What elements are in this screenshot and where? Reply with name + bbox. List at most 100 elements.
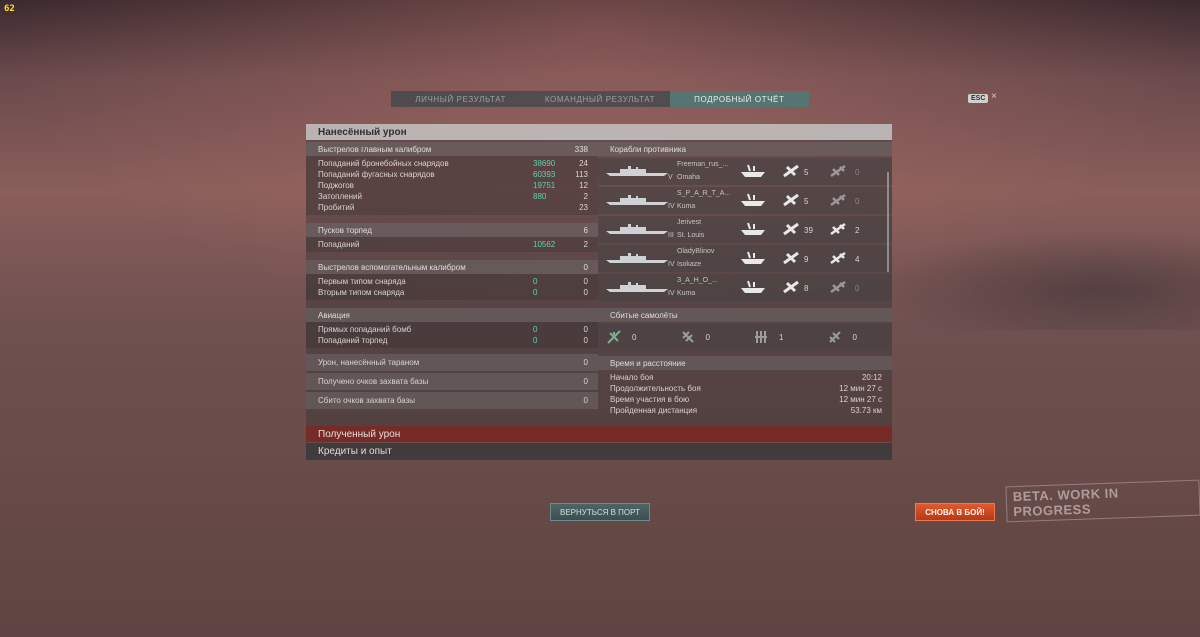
torpedo-hit-icon	[830, 164, 846, 178]
ship-silhouette-icon	[606, 224, 668, 234]
stat-label: Прямых попаданий бомб	[318, 325, 412, 334]
ram-damage-row: Урон, нанесённый тараном 0	[306, 354, 598, 371]
planes-row: 0 0 1 0	[598, 324, 892, 350]
ram-value: 0	[583, 358, 588, 367]
stat-row: Прямых попаданий бомб 0 0	[306, 324, 598, 335]
torpedo-hit-icon	[830, 193, 846, 207]
damage-dealt-header[interactable]: Нанесённый урон	[306, 124, 892, 140]
torpedo-bomber-icon	[681, 331, 694, 343]
shell-hit-icon	[783, 251, 799, 265]
time-distance-rows: Начало боя 20:12 Продолжительность боя 12 м…	[598, 370, 892, 418]
tab-personal[interactable]: ЛИЧНЫЙ РЕЗУЛЬТАТ	[391, 91, 530, 107]
close-icon[interactable]: ×	[991, 91, 997, 102]
ship-tier: V	[668, 174, 673, 181]
stat-damage: 880	[533, 192, 547, 201]
torpedo-hits-count: 0	[855, 197, 860, 206]
shell-hit-icon	[783, 164, 799, 178]
stat-row: Попаданий 10562 2	[306, 239, 598, 250]
plane-count: 0	[632, 332, 637, 342]
ship-silhouette-icon	[606, 166, 668, 176]
torpedo-hits-count: 2	[855, 226, 860, 235]
torpedo-rows: Попаданий 10562 2	[306, 237, 598, 252]
secondary-rows: Первым типом снаряда 0 0 Вторым типом снаря…	[306, 274, 598, 300]
stat-count: 0	[583, 288, 588, 297]
time-label: Начало боя	[610, 373, 654, 382]
stat-count: 24	[579, 159, 588, 168]
torpedo-hits-count: 0	[855, 168, 860, 177]
time-distance-header: Время и расстояние	[598, 356, 892, 370]
ship-name: Kuma	[677, 290, 696, 297]
stat-damage: 0	[533, 325, 538, 334]
planes-header: Сбитые самолёты	[598, 308, 892, 322]
stat-damage: 60393	[533, 170, 556, 179]
stat-count: 0	[583, 336, 588, 345]
stat-count: 0	[583, 325, 588, 334]
shell-hit-icon	[783, 222, 799, 236]
tab-detailed[interactable]: ПОДРОБНЫЙ ОТЧЁТ	[669, 91, 809, 107]
dive-bomber-icon	[755, 331, 767, 343]
stat-label: Вторым типом снаряда	[318, 288, 405, 297]
battle-again-button[interactable]: СНОВА В БОЙ!	[915, 503, 995, 521]
stat-row: Первым типом снаряда 0 0	[306, 276, 598, 287]
stat-count: 113	[575, 170, 588, 179]
ship-name: Isokaze	[677, 261, 702, 268]
stat-label: Затоплений	[318, 192, 362, 201]
secondary-value: 0	[583, 262, 588, 272]
capture-label: Получено очков захвата базы	[318, 377, 429, 386]
torpedo-value: 6	[583, 225, 588, 235]
esc-key-hint[interactable]: ESC	[968, 94, 989, 103]
ship-tier: IV	[668, 261, 675, 268]
stat-damage: 10562	[533, 240, 556, 249]
aviation-label: Авиация	[318, 310, 350, 320]
stat-damage: 0	[533, 277, 538, 286]
player-name: З_А_Н_О_...	[677, 277, 718, 284]
stat-label: Пробитий	[318, 203, 355, 212]
plane-stat: 0	[672, 329, 746, 345]
enemy-ships-list[interactable]: V Freeman_rus_... Omaha 5 0 IV S_P_A_R_T_A... K…	[598, 156, 892, 306]
stat-label: Первым типом снаряда	[318, 277, 406, 286]
defend-value: 0	[583, 396, 588, 405]
ship-silhouette-icon	[606, 195, 668, 205]
hits-count: 9	[804, 255, 809, 264]
scout-plane-icon	[828, 331, 841, 343]
capture-points-row: Получено очков захвата базы 0	[306, 373, 598, 390]
secondary-label: Выстрелов вспомогательным калибром	[318, 262, 466, 272]
stat-count: 0	[583, 277, 588, 286]
time-label: Пройденная дистанция	[610, 406, 698, 415]
plane-stat: 0	[598, 329, 672, 345]
stat-row: Пробитий 23	[306, 202, 598, 213]
time-value: 20:12	[861, 373, 882, 382]
stat-damage: 38690	[533, 159, 556, 168]
torpedo-hit-icon	[830, 251, 846, 265]
enemy-ship-row: IV З_А_Н_О_... Kuma 8 0	[598, 274, 892, 301]
ship-name: St. Louis	[677, 232, 705, 239]
credits-xp-section[interactable]: Кредиты и опыт	[306, 443, 892, 460]
stat-row: Попаданий бронебойных снарядов 38690 24	[306, 158, 598, 169]
ship-silhouette-icon	[606, 253, 668, 263]
ship-tier: III	[668, 232, 674, 239]
stat-row: Попаданий торпед 0 0	[306, 335, 598, 346]
aviation-header: Авиация	[306, 308, 598, 322]
result-tabs: ЛИЧНЫЙ РЕЗУЛЬТАТ КОМАНДНЫЙ РЕЗУЛЬТАТ ПОД…	[391, 91, 809, 107]
ship-hit-icon	[741, 222, 765, 235]
ship-hit-icon	[741, 280, 765, 293]
damage-received-section[interactable]: Полученный урон	[306, 426, 892, 442]
enemy-list-scrollbar[interactable]	[887, 172, 889, 272]
time-label: Время участия в бою	[610, 395, 690, 404]
ship-name: Kuma	[677, 203, 696, 210]
player-name: Freeman_rus_...	[677, 161, 729, 168]
player-name: Jerivest	[677, 219, 702, 226]
stat-row: Вторым типом снаряда 0 0	[306, 287, 598, 298]
time-label: Продолжительность боя	[610, 384, 701, 393]
torpedo-hits-count: 4	[855, 255, 860, 264]
island-background	[870, 230, 1200, 330]
stat-label: Попаданий торпед	[318, 336, 388, 345]
player-name: S_P_A_R_T_A...	[677, 190, 731, 197]
detailed-report-panel: Нанесённый урон Выстрелов главным калибр…	[306, 124, 892, 426]
return-to-port-button[interactable]: ВЕРНУТЬСЯ В ПОРТ	[550, 503, 650, 521]
enemy-ships-header: Корабли противника	[598, 142, 892, 156]
capture-value: 0	[583, 377, 588, 386]
torpedo-hit-icon	[830, 222, 846, 236]
tab-team[interactable]: КОМАНДНЫЙ РЕЗУЛЬТАТ	[530, 91, 669, 107]
time-value: 53.73 км	[850, 406, 882, 415]
